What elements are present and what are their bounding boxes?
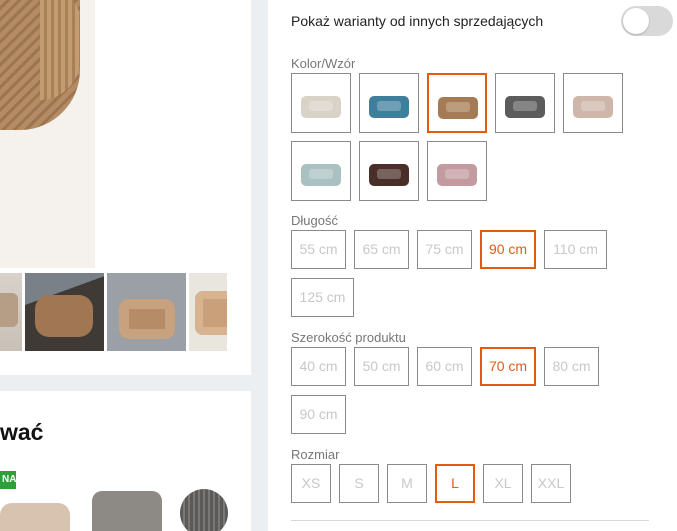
length-label: Długość xyxy=(291,213,338,228)
gallery-thumbnail[interactable] xyxy=(189,273,227,351)
toggle-knob xyxy=(623,8,649,34)
swatch-thumbnail xyxy=(368,150,410,192)
width-label: Szerokość produktu xyxy=(291,330,406,345)
recommendations-title: wać xyxy=(0,419,44,445)
color-swatch-mint[interactable] xyxy=(291,141,351,201)
recommended-product-image[interactable] xyxy=(92,491,162,531)
size-label: Rozmiar xyxy=(291,447,340,462)
swatch-thumbnail xyxy=(572,82,614,124)
recommended-product-image[interactable] xyxy=(180,489,228,531)
gallery-thumbnail[interactable] xyxy=(25,273,104,351)
dog-bed-image xyxy=(301,90,341,118)
dog-bed-image xyxy=(573,90,613,118)
length-option[interactable]: 55 cm xyxy=(291,230,346,269)
swatch-thumbnail xyxy=(300,82,342,124)
main-product-photo[interactable] xyxy=(0,0,95,268)
color-swatch-cream[interactable] xyxy=(291,73,351,133)
dog-bed-image xyxy=(437,158,477,186)
variant-selector-panel: Pokaż warianty od innych sprzedających K… xyxy=(268,0,677,531)
width-option[interactable]: 50 cm xyxy=(354,347,409,386)
gallery-thumbnail[interactable] xyxy=(107,273,186,351)
size-option[interactable]: XS xyxy=(291,464,331,503)
other-sellers-toggle-label: Pokaż warianty od innych sprzedających xyxy=(291,13,544,29)
width-option[interactable]: 90 cm xyxy=(291,395,346,434)
size-option[interactable]: L xyxy=(435,464,475,503)
section-divider xyxy=(291,520,649,521)
gallery-thumbnail[interactable] xyxy=(0,273,22,351)
gallery-thumbnails xyxy=(0,273,227,351)
swatch-thumbnail xyxy=(368,82,410,124)
size-option[interactable]: M xyxy=(387,464,427,503)
size-option[interactable]: S xyxy=(339,464,379,503)
recommendations-section: wać NA xyxy=(0,391,251,531)
recommended-product-image[interactable] xyxy=(0,503,70,531)
product-gallery xyxy=(0,0,251,375)
color-swatch-blue[interactable] xyxy=(359,73,419,133)
dog-bed-image xyxy=(369,90,409,118)
swatch-thumbnail xyxy=(436,150,478,192)
dog-bed-image xyxy=(438,91,478,119)
length-option[interactable]: 65 cm xyxy=(354,230,409,269)
swatch-thumbnail xyxy=(300,150,342,192)
color-swatch-graphite[interactable] xyxy=(495,73,555,133)
width-option[interactable]: 40 cm xyxy=(291,347,346,386)
length-option[interactable]: 90 cm xyxy=(480,230,536,269)
dog-bed-image xyxy=(369,158,409,186)
width-option[interactable]: 80 cm xyxy=(544,347,599,386)
color-pattern-label: Kolor/Wzór xyxy=(291,56,356,71)
size-option[interactable]: XL xyxy=(483,464,523,503)
width-option[interactable]: 70 cm xyxy=(480,347,536,386)
color-swatch-caramel[interactable] xyxy=(427,73,487,133)
promo-badge: NA xyxy=(0,471,16,489)
swatch-thumbnail xyxy=(504,82,546,124)
width-option[interactable]: 60 cm xyxy=(417,347,472,386)
length-option[interactable]: 75 cm xyxy=(417,230,472,269)
length-option[interactable]: 125 cm xyxy=(291,278,354,317)
color-swatch-pink[interactable] xyxy=(427,141,487,201)
other-sellers-toggle[interactable] xyxy=(621,6,673,36)
dog-bed-image xyxy=(301,158,341,186)
color-swatch-beige[interactable] xyxy=(563,73,623,133)
dog-bed-image xyxy=(505,90,545,118)
length-option[interactable]: 110 cm xyxy=(544,230,607,269)
other-sellers-toggle-row: Pokaż warianty od innych sprzedających xyxy=(291,6,673,36)
swatch-thumbnail xyxy=(437,83,479,125)
color-swatch-brown[interactable] xyxy=(359,141,419,201)
size-option[interactable]: XXL xyxy=(531,464,571,503)
